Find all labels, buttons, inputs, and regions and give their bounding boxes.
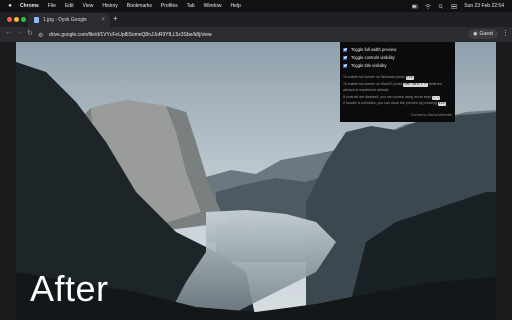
key-esc: ESC [437,102,446,106]
full-width-checkbox[interactable] [343,47,347,52]
menu-window[interactable]: Window [204,3,222,9]
option-controls-visibility[interactable]: Toggle controls visibility [343,55,395,60]
info-escape: If header is unhidden, you can close the… [343,101,446,106]
forward-icon[interactable]: → [16,29,23,36]
title-visibility-checkbox[interactable] [343,63,347,68]
battery-icon[interactable] [412,4,418,9]
menu-history[interactable]: History [102,3,118,9]
option-title-visibility[interactable]: Toggle title visibility [343,63,387,68]
menu-profiles[interactable]: Profiles [161,3,178,9]
info-windows-fullscreen: To enable full screen on Windows press F… [343,75,414,80]
url-text: drive.google.com/file/d/1VYcFeUp8iSomeQ8… [49,31,212,38]
image-caption: After [30,268,109,309]
zoom-window-button[interactable] [21,17,26,22]
key-arrows: ← → [432,96,441,100]
info-text: To enable full screen on MacOS press [343,82,404,86]
menu-app[interactable]: Chrome [20,3,39,9]
control-center-icon[interactable] [451,3,458,9]
key-cmd-shift-f: CMD SHIFT F [403,83,428,87]
menu-file[interactable]: File [48,3,56,9]
info-macos-fullscreen: To enable full screen on MacOS press CMD… [343,82,442,87]
info-maximized: window is maximized already [343,88,388,92]
mac-menubar: ● Chrome File Edit View History Bookmark… [0,0,512,12]
panel-credit: Licence by Michał Weinrath [410,113,452,117]
menu-bookmarks[interactable]: Bookmarks [127,3,152,9]
option-full-width[interactable]: Toggle full width preview [343,47,396,52]
info-arrow-keys: If controls are disabled, you can contro… [343,95,441,100]
address-bar[interactable]: ⚙ drive.google.com/file/d/1VYcFeUp8iSome… [38,29,458,40]
profile-button[interactable]: ◉ Guest [468,29,498,39]
info-text: while the [427,82,443,86]
info-text: If header is unhidden, you can close the… [343,101,438,105]
search-icon[interactable] [438,3,444,9]
option-label: Toggle title visibility [351,63,387,68]
site-info-icon[interactable]: ⚙ [38,32,44,39]
tab-close-icon[interactable]: × [101,17,105,23]
option-label: Toggle full width preview [351,47,397,52]
apple-icon[interactable]: ● [7,3,13,9]
info-text: window is maximized already [343,88,389,92]
profile-icon: ◉ [473,31,478,37]
profile-label: Guest [479,31,493,37]
back-icon[interactable]: ← [5,29,12,36]
key-f11: F11 [405,76,414,80]
menubar-clock[interactable]: Sun 23 Feb 22:54 [464,3,504,9]
drive-file-icon [34,17,39,23]
menu-tab[interactable]: Tab [187,3,195,9]
menu-edit[interactable]: Edit [65,3,74,9]
info-text: If controls are disabled, you can contro… [343,95,433,99]
minimize-window-button[interactable] [14,17,19,22]
menu-help[interactable]: Help [230,3,240,9]
tab-active[interactable]: 1.jpg - Dysk Google × [28,13,110,27]
chrome-menu-icon[interactable]: ⋮ [502,29,509,37]
wifi-icon[interactable] [425,3,431,9]
info-text: To enable full screen on Windows press [343,75,406,79]
preview-settings-panel: Toggle full width preview Toggle control… [340,42,455,122]
reload-icon[interactable]: ↻ [27,29,33,37]
new-tab-icon[interactable]: + [113,14,118,23]
close-window-button[interactable] [7,17,12,22]
controls-visibility-checkbox[interactable] [343,55,347,60]
option-label: Toggle controls visibility [351,55,395,60]
tab-title: 1.jpg - Dysk Google [43,17,87,23]
menu-view[interactable]: View [83,3,94,9]
